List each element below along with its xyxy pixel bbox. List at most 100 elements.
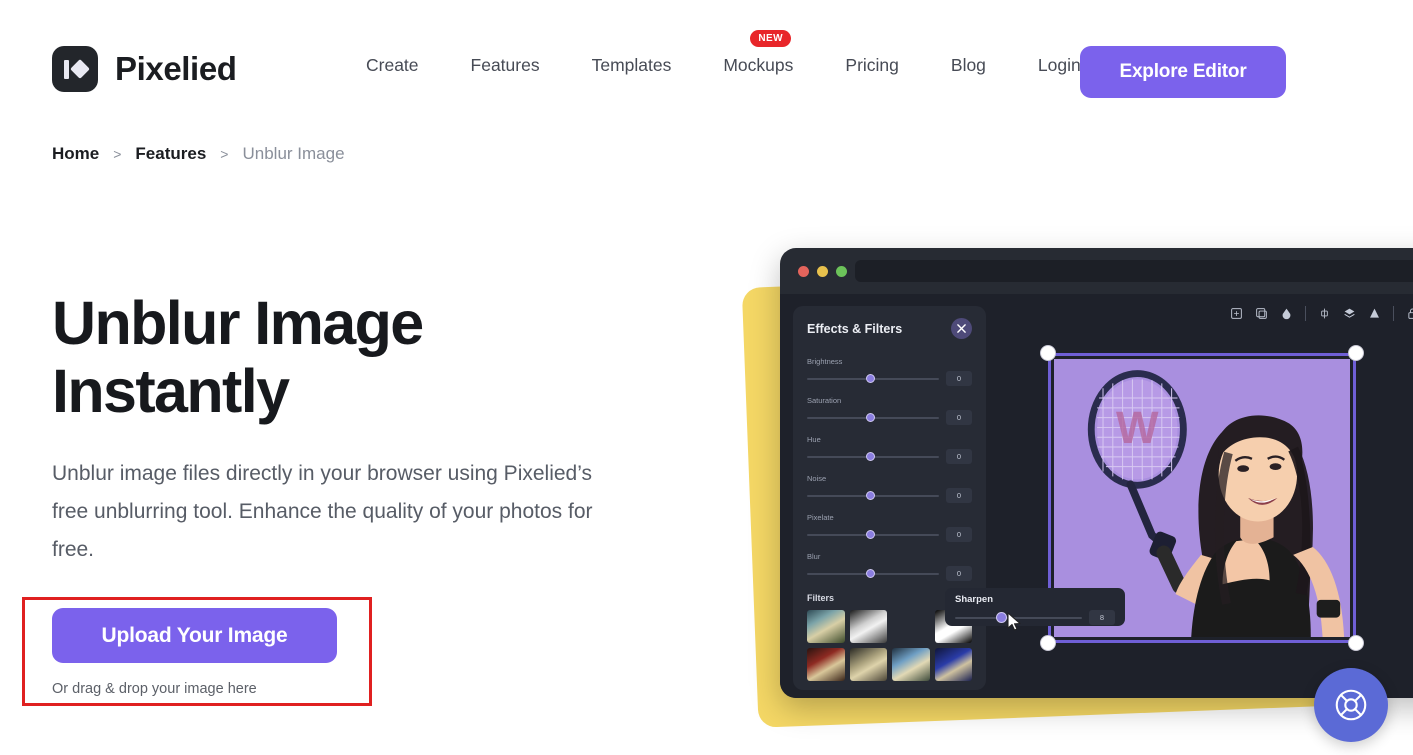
slider-value[interactable]: 0 bbox=[946, 566, 972, 581]
resize-handle-top-right[interactable] bbox=[1348, 345, 1364, 361]
slider-noise: Noise 0 bbox=[807, 474, 972, 503]
sharpen-label: Sharpen bbox=[955, 594, 994, 605]
slider-track[interactable] bbox=[807, 490, 939, 500]
site-header: Pixelied Create Features Templates NEW M… bbox=[0, 0, 1413, 130]
explore-editor-button[interactable]: Explore Editor bbox=[1080, 46, 1286, 98]
nav-label: Login bbox=[1037, 54, 1081, 75]
slider-handle[interactable] bbox=[866, 568, 876, 578]
mouse-cursor-icon bbox=[1007, 612, 1021, 631]
slider-value[interactable]: 0 bbox=[946, 527, 972, 542]
nav-label: Pricing bbox=[845, 54, 899, 75]
sharpen-handle[interactable] bbox=[995, 611, 1007, 623]
panel-title: Effects & Filters bbox=[807, 321, 903, 336]
nav-item-features[interactable]: Features bbox=[445, 55, 566, 76]
filter-thumb-sepia[interactable] bbox=[892, 610, 930, 643]
slider-value[interactable]: 0 bbox=[946, 410, 972, 425]
slider-handle[interactable] bbox=[866, 529, 876, 539]
new-badge: NEW bbox=[750, 29, 791, 47]
slider-blur: Blur 0 bbox=[807, 552, 972, 581]
slider-track[interactable] bbox=[807, 412, 939, 422]
breadcrumb-current: Unblur Image bbox=[242, 144, 345, 163]
filter-thumb-grayscale[interactable] bbox=[849, 610, 887, 643]
filter-thumb-cool[interactable] bbox=[807, 610, 845, 643]
slider-label: Saturation bbox=[807, 396, 842, 405]
slider-saturation: Saturation 0 bbox=[807, 396, 972, 425]
slider-value[interactable]: 0 bbox=[946, 371, 972, 386]
slider-handle[interactable] bbox=[866, 490, 876, 500]
page-title-line1: Unblur Image bbox=[52, 289, 424, 357]
sharpen-popover: Sharpen 8 bbox=[945, 588, 1125, 631]
landing-page: Pixelied Create Features Templates NEW M… bbox=[0, 0, 1413, 755]
nav-item-blog[interactable]: Blog bbox=[925, 55, 1012, 76]
align-icon[interactable] bbox=[1315, 304, 1334, 323]
slider-pixelate: Pixelate 0 bbox=[807, 513, 972, 542]
crop-icon[interactable] bbox=[1227, 304, 1246, 323]
main-nav: Create Features Templates NEW Mockups Pr… bbox=[340, 0, 1107, 130]
editor-mockup: Effects & Filters Brightness 0 Saturatio… bbox=[735, 238, 1413, 728]
toolbar-divider bbox=[1393, 306, 1394, 321]
editor-window: Effects & Filters Brightness 0 Saturatio… bbox=[780, 248, 1413, 698]
layers-icon[interactable] bbox=[1340, 304, 1359, 323]
close-window-icon[interactable] bbox=[798, 265, 809, 277]
lifebuoy-icon bbox=[1335, 689, 1367, 721]
upload-image-button[interactable]: Upload Your Image bbox=[52, 608, 337, 663]
slider-label: Brightness bbox=[807, 357, 843, 366]
brand-mark-icon bbox=[52, 46, 98, 92]
panel-header: Effects & Filters bbox=[807, 318, 972, 339]
maximize-window-icon[interactable] bbox=[836, 265, 847, 277]
slider-track[interactable] bbox=[807, 451, 939, 461]
nav-label: Features bbox=[470, 54, 540, 75]
nav-item-mockups[interactable]: NEW Mockups bbox=[697, 29, 819, 76]
slider-brightness: Brightness 0 bbox=[807, 357, 972, 386]
page-subtitle: Unblur image files directly in your brow… bbox=[52, 462, 593, 561]
slider-track[interactable] bbox=[807, 373, 939, 383]
nav-item-pricing[interactable]: Pricing bbox=[819, 55, 925, 76]
breadcrumb-features[interactable]: Features bbox=[135, 144, 206, 164]
nav-label: Create bbox=[366, 54, 419, 75]
duplicate-frame-icon[interactable] bbox=[1252, 304, 1271, 323]
nav-item-templates[interactable]: Templates bbox=[566, 55, 698, 76]
slider-label: Noise bbox=[807, 474, 827, 483]
slider-label: Hue bbox=[807, 435, 821, 444]
canvas-toolbar bbox=[1227, 304, 1413, 323]
slider-handle[interactable] bbox=[866, 451, 876, 461]
effects-filters-panel: Effects & Filters Brightness 0 Saturatio… bbox=[793, 306, 986, 690]
slider-value[interactable]: 0 bbox=[946, 488, 972, 503]
slider-hue: Hue 0 bbox=[807, 435, 972, 464]
address-bar[interactable] bbox=[855, 260, 1413, 282]
close-icon[interactable] bbox=[951, 318, 972, 339]
filter-thumb-deep-blue[interactable] bbox=[934, 648, 972, 681]
editor-body: Effects & Filters Brightness 0 Saturatio… bbox=[780, 294, 1413, 698]
svg-text:W: W bbox=[1116, 402, 1159, 453]
slider-track[interactable] bbox=[807, 568, 939, 578]
page-title-line2: Instantly bbox=[52, 357, 290, 425]
page-title: Unblur Image Instantly bbox=[52, 289, 692, 425]
slider-value[interactable]: 0 bbox=[946, 449, 972, 464]
support-button[interactable] bbox=[1314, 668, 1388, 742]
filter-thumb-warm-red[interactable] bbox=[807, 648, 845, 681]
lock-icon[interactable] bbox=[1403, 304, 1413, 323]
breadcrumb-separator-icon: > bbox=[113, 146, 122, 162]
brand-logo[interactable]: Pixelied bbox=[52, 46, 237, 92]
nav-label: Mockups bbox=[723, 54, 794, 75]
slider-handle[interactable] bbox=[866, 373, 876, 383]
filter-thumb-blue-tint[interactable] bbox=[892, 648, 930, 681]
filter-thumb-vintage[interactable] bbox=[849, 648, 887, 681]
slider-handle[interactable] bbox=[866, 412, 876, 422]
slider-label: Pixelate bbox=[807, 513, 834, 522]
brand-name: Pixelied bbox=[115, 50, 237, 87]
resize-handle-bottom-left[interactable] bbox=[1040, 635, 1056, 651]
drag-drop-hint: Or drag & drop your image here bbox=[52, 681, 257, 697]
resize-handle-top-left[interactable] bbox=[1040, 345, 1056, 361]
contrast-icon[interactable] bbox=[1365, 304, 1384, 323]
nav-label: Blog bbox=[950, 54, 986, 75]
breadcrumb-home[interactable]: Home bbox=[52, 144, 99, 164]
nav-label: Templates bbox=[591, 54, 672, 75]
slider-track[interactable] bbox=[807, 529, 939, 539]
nav-item-create[interactable]: Create bbox=[340, 55, 445, 76]
opacity-icon[interactable] bbox=[1277, 304, 1296, 323]
minimize-window-icon[interactable] bbox=[817, 265, 828, 277]
toolbar-divider bbox=[1305, 306, 1306, 321]
sharpen-value[interactable]: 8 bbox=[1089, 610, 1115, 625]
resize-handle-bottom-right[interactable] bbox=[1348, 635, 1364, 651]
